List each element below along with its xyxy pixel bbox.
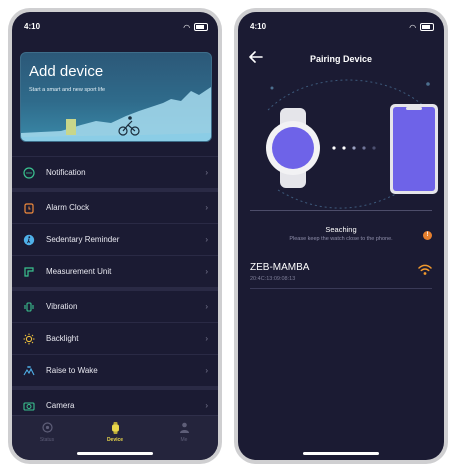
- chevron-right-icon: ›: [205, 334, 208, 343]
- tab-status[interactable]: Status: [27, 422, 67, 443]
- tab-label: Me: [180, 437, 188, 443]
- menu-item-backlight[interactable]: Backlight ›: [12, 322, 218, 354]
- menu-item-label: Backlight: [46, 334, 79, 343]
- menu-item-label: Camera: [46, 401, 75, 410]
- camera-icon: [22, 399, 36, 413]
- status-icon: [27, 422, 67, 434]
- chevron-right-icon: ›: [205, 168, 208, 177]
- vibration-icon: [22, 300, 36, 314]
- battery-icon: [420, 23, 434, 31]
- menu-item-sedentary-reminder[interactable]: Sedentary Reminder ›: [12, 223, 218, 255]
- menu-item-label: Alarm Clock: [46, 203, 90, 212]
- menu-item-alarm-clock[interactable]: Alarm Clock ›: [12, 188, 218, 223]
- ruler-icon: [22, 265, 36, 279]
- phone-device-settings: 4:10 ◠ Add device Start a smart and new …: [8, 8, 222, 464]
- menu-item-notification[interactable]: Notification ›: [12, 156, 218, 188]
- chevron-right-icon: ›: [205, 401, 208, 410]
- add-device-card[interactable]: Add device Start a smart and new sport l…: [20, 52, 212, 142]
- person-icon: [164, 422, 204, 434]
- device-mac-address: 20:4C:13:09:08:13: [250, 276, 296, 282]
- search-status-hint: Please keep the watch close to the phone…: [289, 236, 393, 242]
- tab-label: Device: [106, 437, 124, 443]
- system-icons: ◠: [410, 22, 434, 32]
- bottom-tab-bar: Status Device Me: [12, 415, 218, 460]
- info-icon[interactable]: !: [423, 231, 432, 240]
- chevron-right-icon: ›: [205, 366, 208, 375]
- chevron-right-icon: ›: [205, 267, 208, 276]
- home-indicator[interactable]: [77, 452, 153, 455]
- menu-item-vibration[interactable]: Vibration ›: [12, 287, 218, 322]
- device-list-item[interactable]: ZEB-MAMBA 20:4C:13:09:08:13: [250, 262, 432, 289]
- battery-icon: [194, 23, 208, 31]
- tab-device[interactable]: Device: [95, 422, 135, 443]
- pairing-illustration: [266, 79, 438, 209]
- tab-label: Status: [39, 437, 55, 443]
- device-name: ZEB-MAMBA: [250, 262, 310, 273]
- chat-bubble-icon: [22, 166, 36, 180]
- device-settings-screen: 4:10 ◠ Add device Start a smart and new …: [12, 12, 218, 460]
- status-bar: 4:10 ◠: [238, 12, 444, 34]
- add-device-title: Add device: [29, 63, 104, 80]
- status-time: 4:10: [250, 22, 267, 31]
- system-icons: ◠: [184, 22, 208, 32]
- home-indicator[interactable]: [303, 452, 379, 455]
- chevron-right-icon: ›: [205, 302, 208, 311]
- chevron-right-icon: ›: [205, 203, 208, 212]
- wifi-status-icon: ◠: [183, 23, 191, 32]
- wifi-status-icon: ◠: [409, 23, 417, 32]
- person-walk-icon: [22, 233, 36, 247]
- menu-item-label: Vibration: [46, 302, 78, 311]
- chevron-right-icon: ›: [205, 235, 208, 244]
- sun-icon: [22, 332, 36, 346]
- raise-hand-icon: [22, 364, 36, 378]
- phone-illustration: [390, 104, 438, 194]
- settings-menu: Notification › Alarm Clock › Sedentary R…: [12, 156, 218, 421]
- menu-item-label: Notification: [46, 168, 86, 177]
- alarm-clock-icon: [22, 201, 36, 215]
- menu-item-label: Raise to Wake: [46, 366, 98, 375]
- mountain-cyclist-illustration: [21, 87, 211, 141]
- menu-item-measurement-unit[interactable]: Measurement Unit ›: [12, 255, 218, 287]
- status-time: 4:10: [24, 22, 41, 31]
- menu-item-label: Measurement Unit: [46, 267, 112, 276]
- status-bar: 4:10 ◠: [12, 12, 218, 34]
- screenshot-stage: 4:10 ◠ Add device Start a smart and new …: [0, 0, 456, 468]
- search-status-title: Seaching: [325, 225, 357, 234]
- menu-item-raise-to-wake[interactable]: Raise to Wake ›: [12, 354, 218, 386]
- watch-illustration: [266, 108, 320, 188]
- signal-strength-icon: [418, 264, 432, 275]
- watch-icon: [95, 422, 135, 434]
- page-title: Pairing Device: [309, 54, 373, 64]
- menu-item-label: Sedentary Reminder: [46, 235, 120, 244]
- pairing-device-screen: 4:10 ◠ Pairing Device Seaching Please ke…: [238, 12, 444, 460]
- section-divider: [250, 210, 432, 211]
- phone-pairing-device: 4:10 ◠ Pairing Device Seaching Please ke…: [234, 8, 448, 464]
- tab-me[interactable]: Me: [164, 422, 204, 443]
